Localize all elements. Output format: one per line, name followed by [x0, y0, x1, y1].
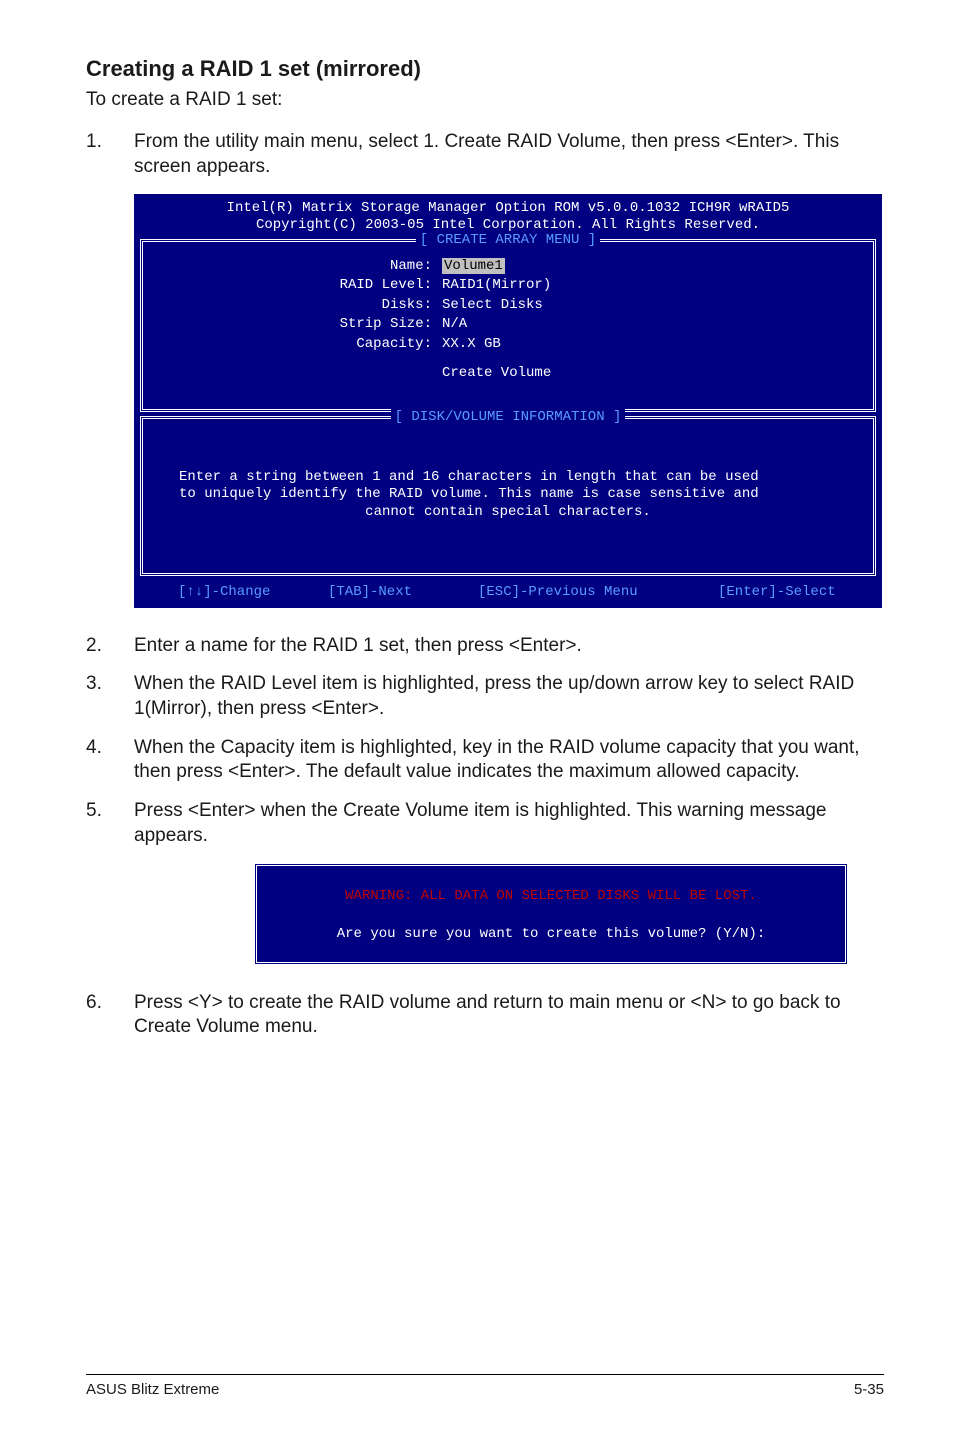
bios-bottom-bar: [↑↓]-Change [TAB]-Next [ESC]-Previous Me…: [134, 580, 882, 608]
field-disks: Disks: Select Disks: [157, 297, 859, 315]
field-raid-value: RAID1(Mirror): [442, 277, 859, 295]
step-number: 6.: [86, 991, 134, 1016]
create-volume-action: Create Volume: [157, 365, 859, 383]
field-name: Name: Volume1: [157, 258, 859, 276]
step-number: 2.: [86, 634, 134, 659]
step-text: Enter a name for the RAID 1 set, then pr…: [134, 634, 884, 659]
intro-text: To create a RAID 1 set:: [86, 88, 884, 112]
page-heading: Creating a RAID 1 set (mirrored): [86, 56, 884, 82]
step-text: When the Capacity item is highlighted, k…: [134, 736, 884, 785]
field-disks-value: Select Disks: [442, 297, 859, 315]
step-text: Press <Y> to create the RAID volume and …: [134, 991, 884, 1040]
footer-right: 5-35: [854, 1381, 884, 1398]
field-capacity: Capacity: XX.X GB: [157, 336, 859, 354]
info-line-2: to uniquely identify the RAID volume. Th…: [179, 486, 837, 504]
step-number: 5.: [86, 799, 134, 824]
step-text: Press <Enter> when the Create Volume ite…: [134, 799, 884, 848]
footer-left: ASUS Blitz Extreme: [86, 1381, 219, 1398]
field-name-value: Volume1: [442, 258, 505, 274]
info-line-1: Enter a string between 1 and 16 characte…: [179, 469, 837, 487]
field-raid-label: RAID Level:: [157, 277, 442, 295]
bios-title-1: Intel(R) Matrix Storage Manager Option R…: [134, 200, 882, 218]
steps-list-3: 6. Press <Y> to create the RAID volume a…: [86, 991, 884, 1040]
field-strip-value: N/A: [442, 316, 859, 334]
step-4: 4. When the Capacity item is highlighted…: [86, 736, 884, 785]
step-6: 6. Press <Y> to create the RAID volume a…: [86, 991, 884, 1040]
step-5: 5. Press <Enter> when the Create Volume …: [86, 799, 884, 848]
step-number: 3.: [86, 672, 134, 697]
field-disks-label: Disks:: [157, 297, 442, 315]
warning-dialog-screenshot: WARNING: ALL DATA ON SELECTED DISKS WILL…: [254, 863, 884, 965]
step-text: From the utility main menu, select 1. Cr…: [134, 130, 884, 179]
steps-list-2: 2. Enter a name for the RAID 1 set, then…: [86, 634, 884, 849]
step-text: When the RAID Level item is highlighted,…: [134, 672, 884, 721]
field-strip: Strip Size: N/A: [157, 316, 859, 334]
nav-prev: [ESC]-Previous Menu: [478, 584, 718, 602]
step-2: 2. Enter a name for the RAID 1 set, then…: [86, 634, 884, 659]
bios-screenshot: Intel(R) Matrix Storage Manager Option R…: [134, 194, 884, 608]
create-array-title: [ CREATE ARRAY MENU ]: [143, 232, 873, 250]
step-3: 3. When the RAID Level item is highlight…: [86, 672, 884, 721]
step-1: 1. From the utility main menu, select 1.…: [86, 130, 884, 179]
warning-text: WARNING: ALL DATA ON SELECTED DISKS WILL…: [273, 888, 829, 904]
disk-volume-info-frame: [ DISK/VOLUME INFORMATION ] Enter a stri…: [140, 416, 876, 577]
create-array-frame: [ CREATE ARRAY MENU ] Name: Volume1 RAID…: [140, 239, 876, 412]
disk-volume-info-title: [ DISK/VOLUME INFORMATION ]: [143, 409, 873, 427]
step-number: 1.: [86, 130, 134, 155]
prompt-text: Are you sure you want to create this vol…: [273, 926, 829, 942]
field-strip-label: Strip Size:: [157, 316, 442, 334]
field-name-label: Name:: [157, 258, 442, 276]
step-number: 4.: [86, 736, 134, 761]
field-capacity-label: Capacity:: [157, 336, 442, 354]
nav-change: [↑↓]-Change: [178, 584, 328, 602]
field-capacity-value: XX.X GB: [442, 336, 859, 354]
info-line-3: cannot contain special characters.: [179, 504, 837, 522]
nav-next: [TAB]-Next: [328, 584, 478, 602]
nav-select: [Enter]-Select: [718, 584, 836, 602]
steps-list: 1. From the utility main menu, select 1.…: [86, 130, 884, 179]
page-footer: ASUS Blitz Extreme 5-35: [86, 1374, 884, 1398]
field-raid-level: RAID Level: RAID1(Mirror): [157, 277, 859, 295]
